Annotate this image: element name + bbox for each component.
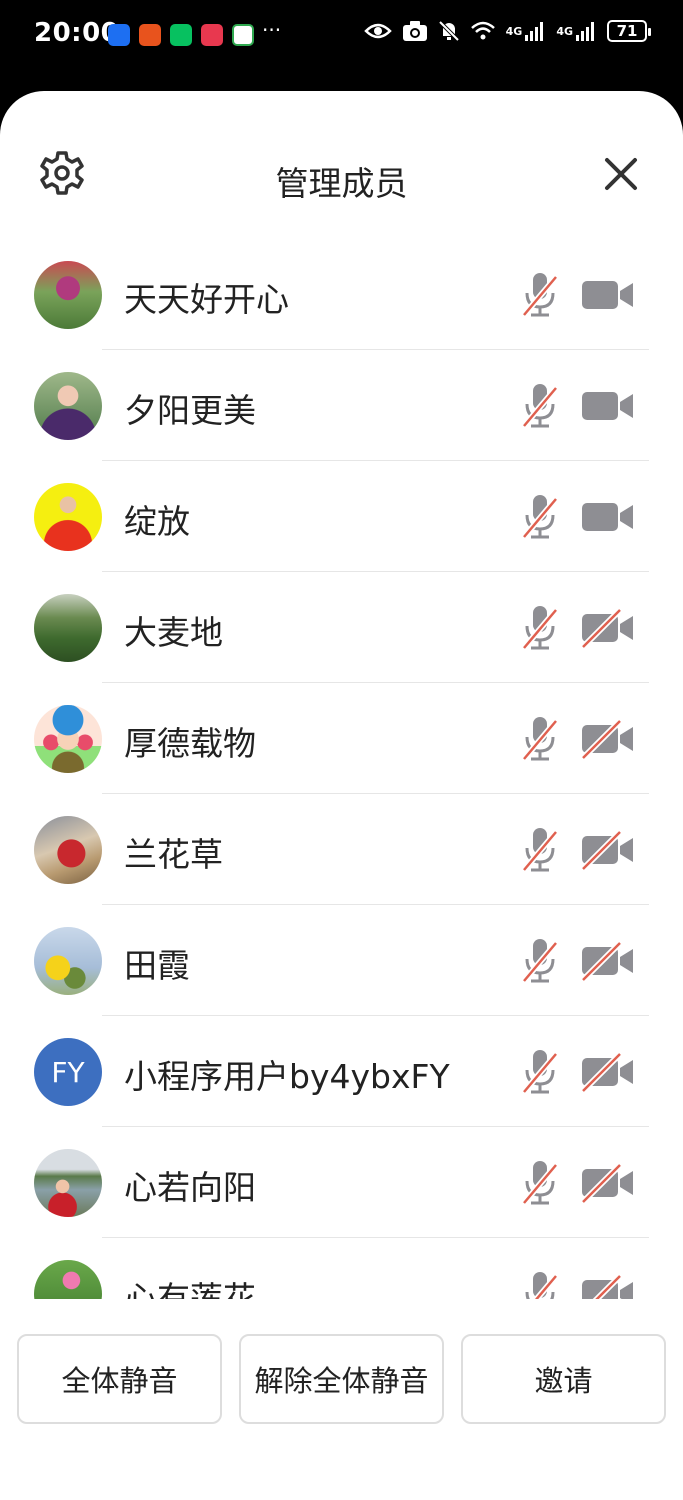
mic-muted-icon[interactable] xyxy=(520,1048,560,1096)
avatar xyxy=(34,372,102,440)
camera-off-icon[interactable] xyxy=(580,941,636,981)
member-name: 兰花草 xyxy=(124,835,223,874)
invite-button[interactable]: 邀请 xyxy=(461,1334,666,1424)
member-row[interactable]: 绽放 xyxy=(0,461,683,572)
battery-indicator: 71 xyxy=(607,20,651,42)
app-notification-icon xyxy=(108,24,130,46)
avatar xyxy=(34,594,102,662)
page-title: 管理成员 xyxy=(275,164,408,203)
close-icon[interactable] xyxy=(600,153,642,195)
avatar xyxy=(34,816,102,884)
mic-muted-icon[interactable] xyxy=(520,937,560,985)
mic-muted-icon[interactable] xyxy=(520,604,560,652)
mic-muted-icon[interactable] xyxy=(520,493,560,541)
member-row[interactable]: 兰花草 xyxy=(0,794,683,905)
avatar xyxy=(34,1149,102,1217)
member-name: 心若向阳 xyxy=(124,1168,256,1207)
avatar xyxy=(34,483,102,551)
camera-off-icon[interactable] xyxy=(580,1052,636,1092)
sheet-header: 管理成员 xyxy=(0,91,683,251)
avatar xyxy=(34,927,102,995)
mic-muted-icon[interactable] xyxy=(520,826,560,874)
member-name: 天天好开心 xyxy=(124,280,289,319)
member-name: 绽放 xyxy=(124,502,190,541)
mute-all-button[interactable]: 全体静音 xyxy=(17,1334,222,1424)
status-icons: 4G 4G 71 xyxy=(363,20,651,42)
bell-off-icon xyxy=(438,20,460,42)
member-name: 厚德载物 xyxy=(124,724,256,763)
signal-icon xyxy=(576,22,594,41)
signal-icon xyxy=(525,22,544,41)
camera-off-icon[interactable] xyxy=(580,1163,636,1203)
app-notification-icon xyxy=(139,24,161,46)
member-row[interactable]: FY 小程序用户by4ybxFY xyxy=(0,1016,683,1127)
message-icon xyxy=(232,24,254,46)
member-row[interactable]: 天天好开心 xyxy=(0,239,683,350)
camera-on-icon[interactable] xyxy=(580,275,636,315)
camera-off-icon[interactable] xyxy=(580,1274,636,1299)
more-notifications-icon: ··· xyxy=(262,18,282,42)
network-type-label: 4G xyxy=(556,24,573,38)
member-row[interactable]: 大麦地 xyxy=(0,572,683,683)
mic-muted-icon[interactable] xyxy=(520,715,560,763)
member-name: 大麦地 xyxy=(124,613,223,652)
app-notification-icon xyxy=(201,24,223,46)
member-row[interactable]: 厚德载物 xyxy=(0,683,683,794)
member-name: 小程序用户by4ybxFY xyxy=(124,1057,450,1096)
status-time: 20:00 xyxy=(34,18,120,48)
status-bar: 20:00 ··· 4G 4G 71 xyxy=(0,0,683,70)
camera-on-icon[interactable] xyxy=(580,497,636,537)
eye-icon xyxy=(363,23,392,39)
mic-muted-icon[interactable] xyxy=(520,271,560,319)
mic-muted-icon[interactable] xyxy=(520,382,560,430)
member-name: 心有莲花 xyxy=(124,1279,256,1299)
mic-muted-icon[interactable] xyxy=(520,1159,560,1207)
wifi-icon xyxy=(470,21,495,40)
unmute-all-button[interactable]: 解除全体静音 xyxy=(239,1334,444,1424)
camera-off-icon[interactable] xyxy=(580,608,636,648)
camera-off-icon[interactable] xyxy=(580,719,636,759)
member-row[interactable]: 心有莲花 xyxy=(0,1238,683,1299)
avatar xyxy=(34,705,102,773)
member-row[interactable]: 心若向阳 xyxy=(0,1127,683,1238)
wechat-icon xyxy=(170,24,192,46)
camera-icon xyxy=(402,21,427,41)
network-type-label: 4G xyxy=(505,24,523,38)
notification-icons xyxy=(108,24,254,46)
member-row[interactable]: 夕阳更美 xyxy=(0,350,683,461)
avatar xyxy=(34,1260,102,1299)
manage-members-sheet: 管理成员 天天好开心 夕阳更美 绽放 大麦地 厚德载物 兰花草 田霞 FY 小程… xyxy=(0,91,683,1500)
member-name: 夕阳更美 xyxy=(124,391,256,430)
member-list[interactable]: 天天好开心 夕阳更美 绽放 大麦地 厚德载物 兰花草 田霞 FY 小程序用户by… xyxy=(0,239,683,1299)
mic-muted-icon[interactable] xyxy=(520,1270,560,1299)
camera-on-icon[interactable] xyxy=(580,386,636,426)
avatar: FY xyxy=(34,1038,102,1106)
camera-off-icon[interactable] xyxy=(580,830,636,870)
action-bar: 全体静音 解除全体静音 邀请 xyxy=(0,1313,683,1433)
member-name: 田霞 xyxy=(124,946,190,985)
member-row[interactable]: 田霞 xyxy=(0,905,683,1016)
avatar xyxy=(34,261,102,329)
